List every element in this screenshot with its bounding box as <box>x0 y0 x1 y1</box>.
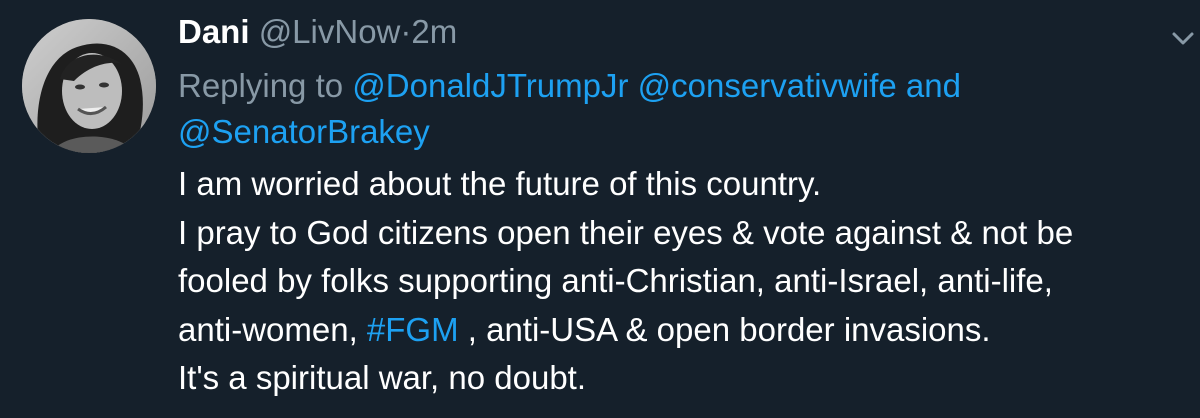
separator-dot: · <box>400 13 412 50</box>
timestamp[interactable]: 2m <box>411 13 457 50</box>
tweet-text-line: fooled by folks supporting anti-Christia… <box>178 262 1053 299</box>
tweet-header: Dani @LivNow·2m <box>178 10 1193 54</box>
avatar[interactable] <box>22 19 156 153</box>
avatar-photo-icon <box>22 19 156 153</box>
tweet[interactable]: Dani @LivNow·2m Replying to @DonaldJTrum… <box>0 0 1200 418</box>
replying-prefix: Replying to <box>178 67 344 104</box>
tweet-text-line: anti-women, #FGM , anti-USA & open borde… <box>178 306 1193 355</box>
tweet-text-fragment: , anti-USA & open border invasions. <box>467 310 991 348</box>
tweet-text-line: I am worried about the future of this co… <box>178 165 822 202</box>
mention-link[interactable]: @SenatorBrakey <box>178 113 430 150</box>
chevron-down-icon[interactable] <box>1168 24 1198 54</box>
reply-joiner[interactable]: and <box>906 67 961 104</box>
author-name[interactable]: Dani <box>178 13 250 50</box>
tweet-text-line: I pray to God citizens open their eyes &… <box>178 213 1074 251</box>
tweet-content: Dani @LivNow·2m Replying to @DonaldJTrum… <box>178 10 1193 403</box>
tweet-text-fragment: anti-women, <box>178 310 358 348</box>
mention-link[interactable]: @conservativwife <box>638 67 897 104</box>
tweet-body: I am worried about the future of this co… <box>178 160 1193 403</box>
tweet-text-line: It's a spiritual war, no doubt. <box>178 359 587 396</box>
hashtag-link[interactable]: #FGM <box>367 311 459 348</box>
replying-to: Replying to @DonaldJTrumpJr @conservativ… <box>178 63 1193 155</box>
mention-link[interactable]: @DonaldJTrumpJr <box>352 67 628 104</box>
author-handle[interactable]: @LivNow <box>259 13 401 50</box>
